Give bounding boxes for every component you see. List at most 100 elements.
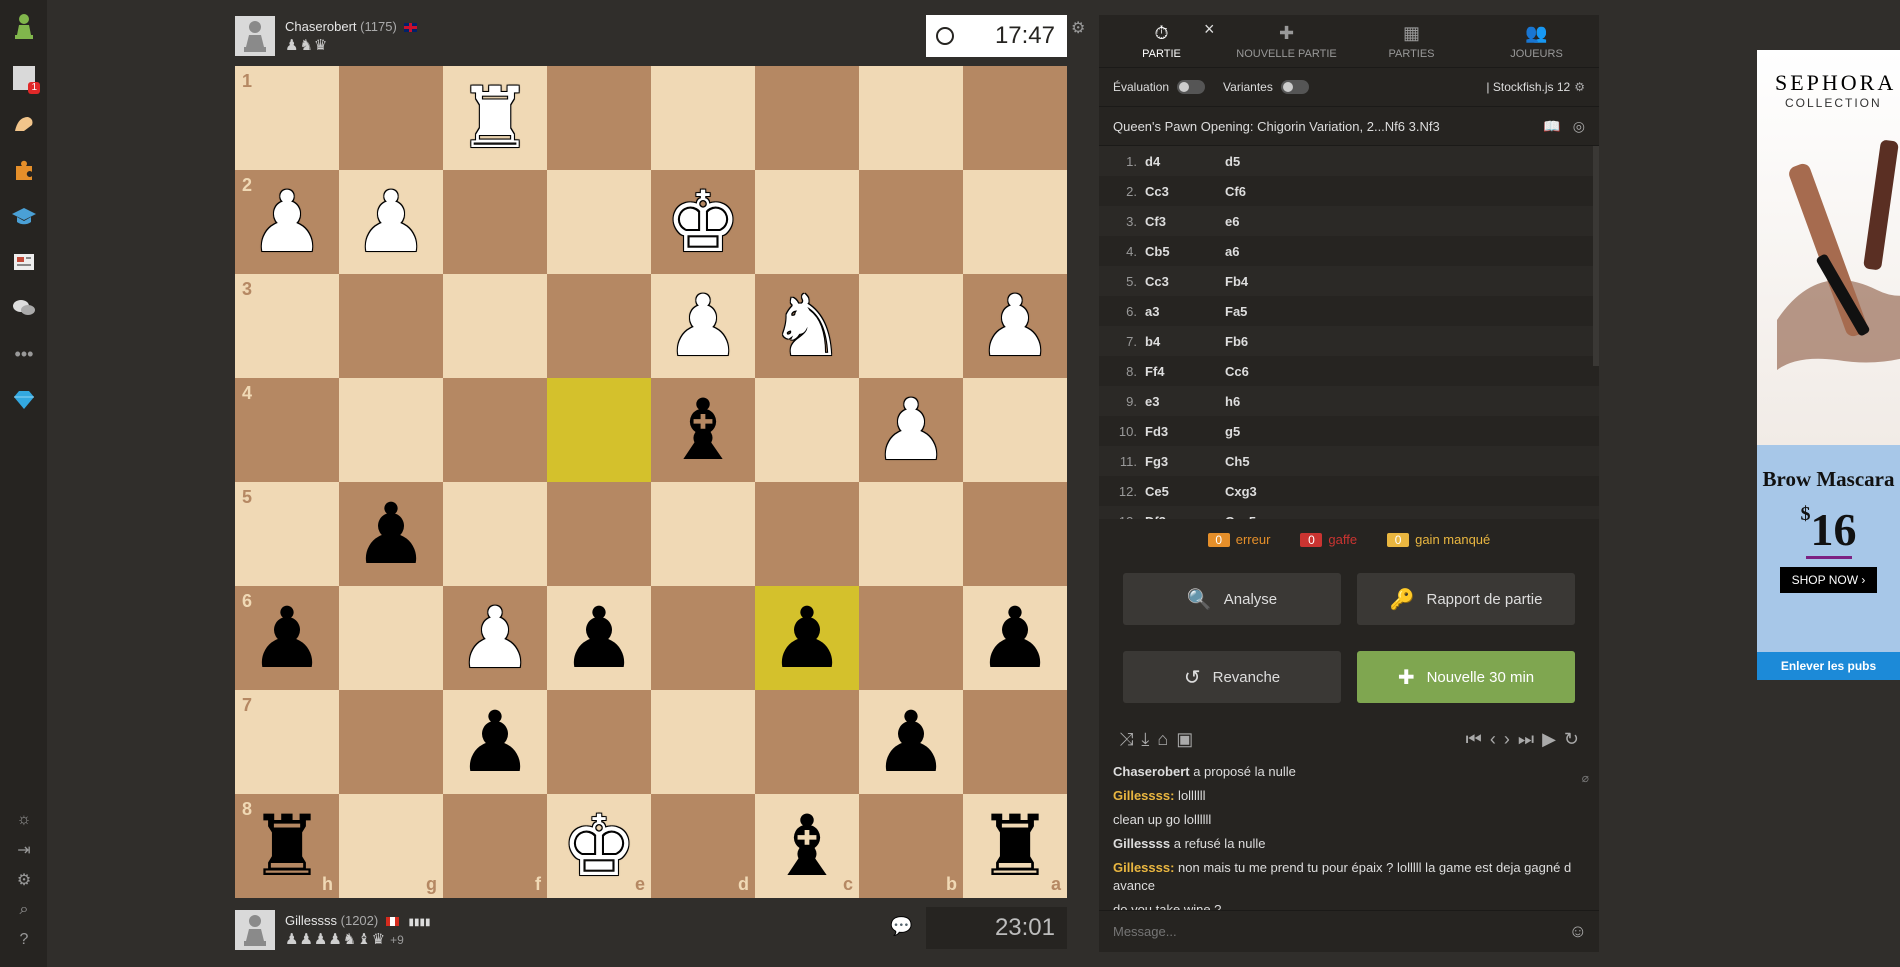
- board-square[interactable]: ♞: [755, 274, 859, 378]
- board-square[interactable]: ♟: [963, 586, 1067, 690]
- tab-nouvelle-partie[interactable]: ✚ Nouvelle partie: [1224, 15, 1349, 67]
- board-square[interactable]: [859, 66, 963, 170]
- white-move[interactable]: Ce5: [1145, 484, 1225, 499]
- book-icon[interactable]: 📖: [1543, 118, 1560, 135]
- white-piece[interactable]: ♟: [977, 284, 1052, 368]
- rematch-button[interactable]: ↺ Revanche: [1123, 651, 1341, 703]
- black-move[interactable]: Fb4: [1225, 274, 1305, 289]
- theme-icon[interactable]: ☼: [14, 810, 34, 830]
- white-move[interactable]: e3: [1145, 394, 1225, 409]
- board-square[interactable]: [547, 274, 651, 378]
- tab-parties[interactable]: ▦ Parties: [1349, 15, 1474, 67]
- chat-author[interactable]: Gillessss:: [1113, 788, 1174, 803]
- gif-icon[interactable]: ▣: [1176, 729, 1193, 750]
- black-piece[interactable]: ♜: [977, 804, 1052, 888]
- board-square[interactable]: [963, 378, 1067, 482]
- first-move-icon[interactable]: ⏮: [1466, 729, 1482, 750]
- board-square[interactable]: f: [443, 794, 547, 898]
- board-square[interactable]: 2 ♟: [235, 170, 339, 274]
- analyse-button[interactable]: 🔍 Analyse: [1123, 573, 1341, 625]
- white-piece[interactable]: ♜: [457, 76, 532, 160]
- black-move[interactable]: Cxe5: [1225, 514, 1305, 520]
- board-square[interactable]: c ♝: [755, 794, 859, 898]
- board-square[interactable]: [651, 586, 755, 690]
- black-piece[interactable]: ♝: [665, 388, 740, 472]
- board-square[interactable]: ♟: [547, 586, 651, 690]
- white-piece[interactable]: ♚: [561, 804, 636, 888]
- board-square[interactable]: 5: [235, 482, 339, 586]
- evaluation-toggle[interactable]: [1177, 80, 1206, 94]
- white-move[interactable]: Fg3: [1145, 454, 1225, 469]
- board-square[interactable]: [963, 482, 1067, 586]
- board-square[interactable]: b: [859, 794, 963, 898]
- board-square[interactable]: [963, 66, 1067, 170]
- board-square[interactable]: [547, 66, 651, 170]
- board-square[interactable]: 1: [235, 66, 339, 170]
- black-move[interactable]: Fb6: [1225, 334, 1305, 349]
- play-hand-icon[interactable]: [10, 110, 38, 138]
- help-icon[interactable]: ?: [14, 930, 34, 950]
- learn-cap-icon[interactable]: [10, 202, 38, 230]
- settings-icon[interactable]: ⚙: [14, 870, 34, 890]
- white-piece[interactable]: ♞: [769, 284, 844, 368]
- chess-board[interactable]: 1 ♜ 2 ♟ ♟ ♚ 3 ♟ ♞ ♟ 4 ♝ ♟ 5 ♟ 6 ♟ ♟ ♟ ♟ ♟ 7 ♟ ♟ 8 h ♜ g f e ♚ d c ♝ b a ♜: [235, 66, 1067, 898]
- more-dots-icon[interactable]: •••: [10, 340, 38, 368]
- board-square[interactable]: ♟: [963, 274, 1067, 378]
- black-piece[interactable]: ♟: [977, 596, 1052, 680]
- emoji-icon[interactable]: ☺: [1569, 921, 1587, 942]
- board-square[interactable]: [547, 690, 651, 794]
- chat-toggle-icon[interactable]: 💬: [890, 916, 912, 937]
- engine-settings-icon[interactable]: ⚙: [1574, 80, 1585, 94]
- board-square[interactable]: [859, 482, 963, 586]
- news-icon[interactable]: [10, 248, 38, 276]
- black-piece[interactable]: ♟: [561, 596, 636, 680]
- board-square[interactable]: 7: [235, 690, 339, 794]
- flip-icon[interactable]: ↻: [1564, 729, 1579, 750]
- black-move[interactable]: e6: [1225, 214, 1305, 229]
- white-piece[interactable]: ♟: [665, 284, 740, 368]
- board-square[interactable]: [963, 690, 1067, 794]
- game-report-button[interactable]: 🔑 Rapport de partie: [1357, 573, 1575, 625]
- board-square[interactable]: [755, 690, 859, 794]
- shop-now-button[interactable]: SHOP NOW ›: [1779, 567, 1878, 593]
- avatar[interactable]: [235, 910, 275, 950]
- black-move[interactable]: h6: [1225, 394, 1305, 409]
- compass-icon[interactable]: ◎: [1573, 118, 1585, 135]
- variants-toggle[interactable]: [1280, 80, 1309, 94]
- move-list-scrollbar[interactable]: [1593, 146, 1599, 366]
- board-square[interactable]: [859, 274, 963, 378]
- board-settings-icon[interactable]: ⚙: [1071, 18, 1085, 38]
- board-square[interactable]: [339, 378, 443, 482]
- board-square[interactable]: ♟: [859, 690, 963, 794]
- board-square[interactable]: [755, 66, 859, 170]
- black-piece[interactable]: ♟: [457, 700, 532, 784]
- white-move[interactable]: b4: [1145, 334, 1225, 349]
- board-square[interactable]: ♜: [443, 66, 547, 170]
- share-icon[interactable]: ⤨: [1119, 729, 1133, 750]
- white-piece[interactable]: ♟: [353, 180, 428, 264]
- chess-pawn-logo-icon[interactable]: [10, 12, 38, 40]
- black-move[interactable]: Cxg3: [1225, 484, 1305, 499]
- profile-icon[interactable]: 1: [10, 64, 40, 94]
- remove-ads-button[interactable]: Enlever les pubs: [1757, 652, 1900, 680]
- white-move[interactable]: Cb5: [1145, 244, 1225, 259]
- board-square[interactable]: [443, 482, 547, 586]
- player-name[interactable]: Gillessss: [285, 913, 337, 928]
- diamond-icon[interactable]: [10, 386, 38, 414]
- white-piece[interactable]: ♟: [249, 180, 324, 264]
- board-square[interactable]: [443, 274, 547, 378]
- player-name[interactable]: Chaserobert: [285, 19, 357, 34]
- board-square[interactable]: [443, 378, 547, 482]
- board-square[interactable]: a ♜: [963, 794, 1067, 898]
- board-square[interactable]: ♟: [339, 482, 443, 586]
- board-square[interactable]: [339, 274, 443, 378]
- black-move[interactable]: a6: [1225, 244, 1305, 259]
- board-square[interactable]: [651, 690, 755, 794]
- board-square[interactable]: ♟: [443, 690, 547, 794]
- board-square[interactable]: [859, 586, 963, 690]
- white-move[interactable]: Ff4: [1145, 364, 1225, 379]
- board-square[interactable]: ♝: [651, 378, 755, 482]
- black-move[interactable]: Ch5: [1225, 454, 1305, 469]
- black-piece[interactable]: ♜: [249, 804, 324, 888]
- avatar[interactable]: [235, 16, 275, 56]
